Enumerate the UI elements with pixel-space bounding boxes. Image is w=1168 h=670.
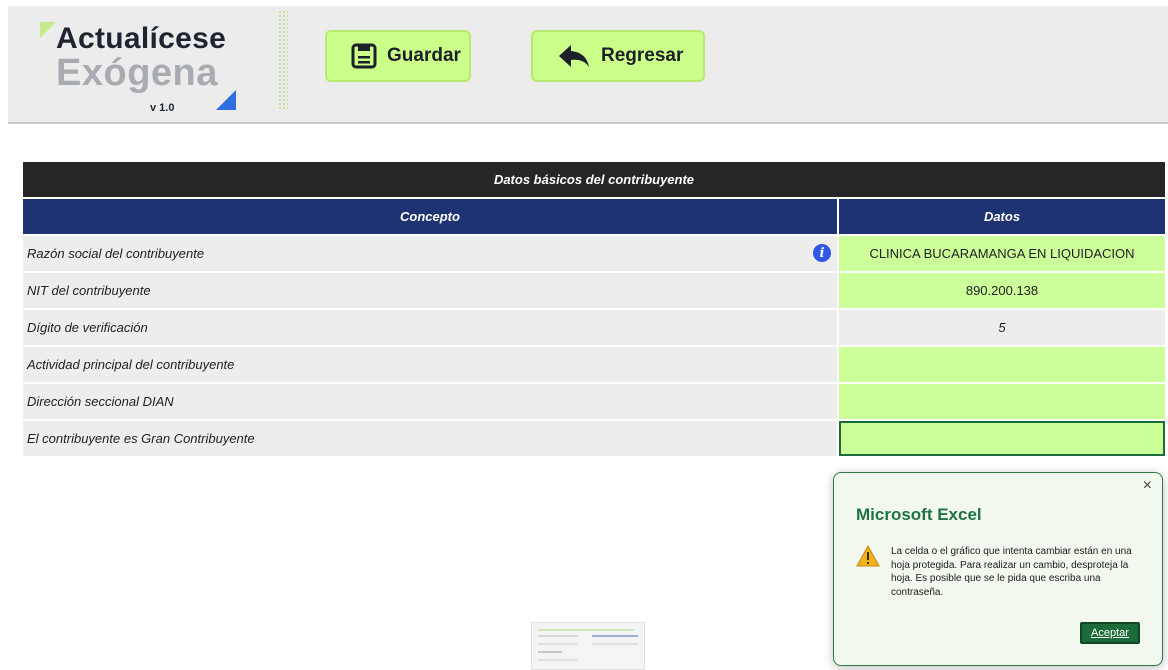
logo-blue-triangle bbox=[216, 90, 236, 110]
accept-button[interactable]: Aceptar bbox=[1080, 622, 1140, 644]
logo-green-triangle bbox=[40, 22, 56, 38]
back-button-label: Regresar bbox=[601, 45, 684, 66]
table-row: Razón social del contribuyente i CLINICA… bbox=[23, 236, 1165, 271]
reply-arrow-icon bbox=[557, 43, 591, 69]
actualicese-exogena-logo: Actualícese Exógena v 1.0 bbox=[30, 18, 245, 114]
row-label-nit[interactable]: NIT del contribuyente bbox=[23, 273, 837, 308]
app-header: Actualícese Exógena v 1.0 Guardar Regres… bbox=[8, 6, 1168, 124]
row-label-gran-contribuyente[interactable]: El contribuyente es Gran Contribuyente bbox=[23, 421, 837, 456]
table-row: Dirección seccional DIAN bbox=[23, 384, 1165, 419]
table-row: El contribuyente es Gran Contribuyente bbox=[23, 421, 1165, 456]
row-label-razon-social[interactable]: Razón social del contribuyente i bbox=[23, 236, 837, 271]
row-label-text: Dígito de verificación bbox=[27, 320, 148, 335]
save-icon bbox=[351, 43, 377, 69]
row-label-direccion-seccional[interactable]: Dirección seccional DIAN bbox=[23, 384, 837, 419]
close-icon[interactable]: × bbox=[1143, 477, 1152, 495]
table-row: NIT del contribuyente 890.200.138 bbox=[23, 273, 1165, 308]
row-label-digito-verificacion[interactable]: Dígito de verificación bbox=[23, 310, 837, 345]
dotted-divider bbox=[278, 10, 288, 110]
row-label-text: Actividad principal del contribuyente bbox=[27, 357, 235, 372]
row-label-actividad-principal[interactable]: Actividad principal del contribuyente bbox=[23, 347, 837, 382]
cell-direccion-seccional[interactable] bbox=[839, 384, 1165, 419]
cell-razon-social[interactable]: CLINICA BUCARAMANGA EN LIQUIDACION bbox=[839, 236, 1165, 271]
table-row: Dígito de verificación 5 bbox=[23, 310, 1165, 345]
cell-digito-verificacion[interactable]: 5 bbox=[839, 310, 1165, 345]
save-button-label: Guardar bbox=[387, 45, 461, 66]
dialog-message: La celda o el gráfico que intenta cambia… bbox=[891, 546, 1132, 598]
row-label-text: Dirección seccional DIAN bbox=[27, 394, 174, 409]
table-header-row: Concepto Datos bbox=[23, 199, 1165, 234]
warning-icon bbox=[856, 544, 880, 572]
sheet-thumbnail-image bbox=[531, 622, 645, 670]
excel-protected-sheet-dialog: × Microsoft Excel La celda o el gráfico … bbox=[833, 472, 1163, 666]
table-row: Actividad principal del contribuyente bbox=[23, 347, 1165, 382]
logo-line2: Exógena bbox=[56, 52, 218, 94]
save-button[interactable]: Guardar bbox=[325, 30, 471, 82]
row-label-text: NIT del contribuyente bbox=[27, 283, 151, 298]
table-title: Datos básicos del contribuyente bbox=[23, 162, 1165, 197]
info-icon[interactable]: i bbox=[813, 244, 831, 262]
dialog-title: Microsoft Excel bbox=[856, 505, 982, 524]
column-header-datos: Datos bbox=[839, 199, 1165, 234]
cell-actividad-principal[interactable] bbox=[839, 347, 1165, 382]
cell-gran-contribuyente[interactable] bbox=[839, 421, 1165, 456]
row-label-text: Razón social del contribuyente bbox=[27, 246, 205, 261]
taxpayer-data-table: Datos básicos del contribuyente Concepto… bbox=[23, 162, 1165, 456]
back-button[interactable]: Regresar bbox=[531, 30, 705, 82]
column-header-concepto: Concepto bbox=[23, 199, 837, 234]
row-label-text: El contribuyente es Gran Contribuyente bbox=[27, 431, 255, 446]
logo-line1: Actualícese bbox=[56, 22, 227, 55]
logo-version: v 1.0 bbox=[150, 102, 175, 114]
cell-nit[interactable]: 890.200.138 bbox=[839, 273, 1165, 308]
